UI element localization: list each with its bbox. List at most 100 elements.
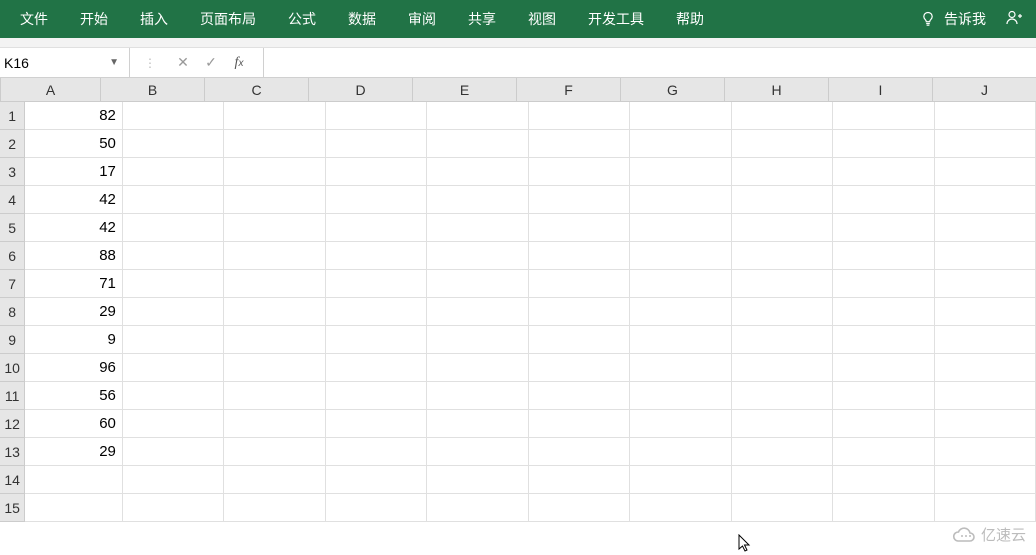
- cell-D1[interactable]: [326, 102, 427, 130]
- name-box[interactable]: K16 ▼: [0, 48, 130, 77]
- cell-D8[interactable]: [326, 298, 427, 326]
- cell-I3[interactable]: [833, 158, 934, 186]
- cell-J2[interactable]: [935, 130, 1036, 158]
- cell-E1[interactable]: [427, 102, 528, 130]
- row-header-14[interactable]: 14: [0, 466, 25, 494]
- fx-icon[interactable]: fx: [225, 55, 253, 71]
- row-header-5[interactable]: 5: [0, 214, 25, 242]
- tab-insert[interactable]: 插入: [124, 0, 184, 38]
- cell-C4[interactable]: [224, 186, 325, 214]
- row-header-15[interactable]: 15: [0, 494, 25, 522]
- cell-E15[interactable]: [427, 494, 528, 522]
- cell-D11[interactable]: [326, 382, 427, 410]
- cell-E8[interactable]: [427, 298, 528, 326]
- cell-F15[interactable]: [529, 494, 630, 522]
- cell-G10[interactable]: [630, 354, 731, 382]
- row-header-9[interactable]: 9: [0, 326, 25, 354]
- col-header-J[interactable]: J: [933, 78, 1036, 101]
- cell-F3[interactable]: [529, 158, 630, 186]
- tab-share[interactable]: 共享: [452, 0, 512, 38]
- cell-C6[interactable]: [224, 242, 325, 270]
- cell-C12[interactable]: [224, 410, 325, 438]
- cell-H11[interactable]: [732, 382, 833, 410]
- cell-D15[interactable]: [326, 494, 427, 522]
- cell-H8[interactable]: [732, 298, 833, 326]
- cell-G14[interactable]: [630, 466, 731, 494]
- cell-E10[interactable]: [427, 354, 528, 382]
- cell-B3[interactable]: [123, 158, 224, 186]
- col-header-A[interactable]: A: [1, 78, 101, 101]
- cell-C7[interactable]: [224, 270, 325, 298]
- cell-F4[interactable]: [529, 186, 630, 214]
- cell-H2[interactable]: [732, 130, 833, 158]
- cell-I6[interactable]: [833, 242, 934, 270]
- cell-B15[interactable]: [123, 494, 224, 522]
- cell-G5[interactable]: [630, 214, 731, 242]
- cell-E14[interactable]: [427, 466, 528, 494]
- chevron-down-icon[interactable]: ▼: [105, 57, 123, 68]
- enter-formula-button[interactable]: ✓: [197, 54, 225, 71]
- cell-I7[interactable]: [833, 270, 934, 298]
- col-header-G[interactable]: G: [621, 78, 725, 101]
- cell-F14[interactable]: [529, 466, 630, 494]
- cell-J11[interactable]: [935, 382, 1036, 410]
- cell-E3[interactable]: [427, 158, 528, 186]
- cell-A3[interactable]: 17: [25, 158, 123, 186]
- cell-G6[interactable]: [630, 242, 731, 270]
- cell-J6[interactable]: [935, 242, 1036, 270]
- cell-H14[interactable]: [732, 466, 833, 494]
- cell-D5[interactable]: [326, 214, 427, 242]
- tab-formulas[interactable]: 公式: [272, 0, 332, 38]
- cell-H12[interactable]: [732, 410, 833, 438]
- cell-I9[interactable]: [833, 326, 934, 354]
- cell-E4[interactable]: [427, 186, 528, 214]
- cell-A10[interactable]: 96: [25, 354, 123, 382]
- row-header-2[interactable]: 2: [0, 130, 25, 158]
- cell-F12[interactable]: [529, 410, 630, 438]
- col-header-C[interactable]: C: [205, 78, 309, 101]
- cell-E9[interactable]: [427, 326, 528, 354]
- cell-I14[interactable]: [833, 466, 934, 494]
- cell-B5[interactable]: [123, 214, 224, 242]
- cell-G1[interactable]: [630, 102, 731, 130]
- cell-E13[interactable]: [427, 438, 528, 466]
- cell-B14[interactable]: [123, 466, 224, 494]
- cell-J10[interactable]: [935, 354, 1036, 382]
- tab-home[interactable]: 开始: [64, 0, 124, 38]
- cell-F9[interactable]: [529, 326, 630, 354]
- cancel-formula-button[interactable]: ✕: [169, 54, 197, 71]
- cell-B8[interactable]: [123, 298, 224, 326]
- cell-C10[interactable]: [224, 354, 325, 382]
- cell-C5[interactable]: [224, 214, 325, 242]
- cell-J9[interactable]: [935, 326, 1036, 354]
- cell-J13[interactable]: [935, 438, 1036, 466]
- cell-A7[interactable]: 71: [25, 270, 123, 298]
- cell-I10[interactable]: [833, 354, 934, 382]
- cell-I4[interactable]: [833, 186, 934, 214]
- col-header-D[interactable]: D: [309, 78, 413, 101]
- cell-B9[interactable]: [123, 326, 224, 354]
- cell-J4[interactable]: [935, 186, 1036, 214]
- cell-F13[interactable]: [529, 438, 630, 466]
- cell-I2[interactable]: [833, 130, 934, 158]
- cell-E2[interactable]: [427, 130, 528, 158]
- cell-B12[interactable]: [123, 410, 224, 438]
- cell-B1[interactable]: [123, 102, 224, 130]
- tab-data[interactable]: 数据: [332, 0, 392, 38]
- cell-G15[interactable]: [630, 494, 731, 522]
- tab-page-layout[interactable]: 页面布局: [184, 0, 272, 38]
- cell-H9[interactable]: [732, 326, 833, 354]
- cell-I15[interactable]: [833, 494, 934, 522]
- cell-F5[interactable]: [529, 214, 630, 242]
- cell-A1[interactable]: 82: [25, 102, 123, 130]
- row-header-12[interactable]: 12: [0, 410, 25, 438]
- cell-G11[interactable]: [630, 382, 731, 410]
- cell-F2[interactable]: [529, 130, 630, 158]
- cell-C3[interactable]: [224, 158, 325, 186]
- cell-G13[interactable]: [630, 438, 731, 466]
- cell-H7[interactable]: [732, 270, 833, 298]
- cell-C13[interactable]: [224, 438, 325, 466]
- cell-B6[interactable]: [123, 242, 224, 270]
- cell-A14[interactable]: [25, 466, 123, 494]
- cell-E5[interactable]: [427, 214, 528, 242]
